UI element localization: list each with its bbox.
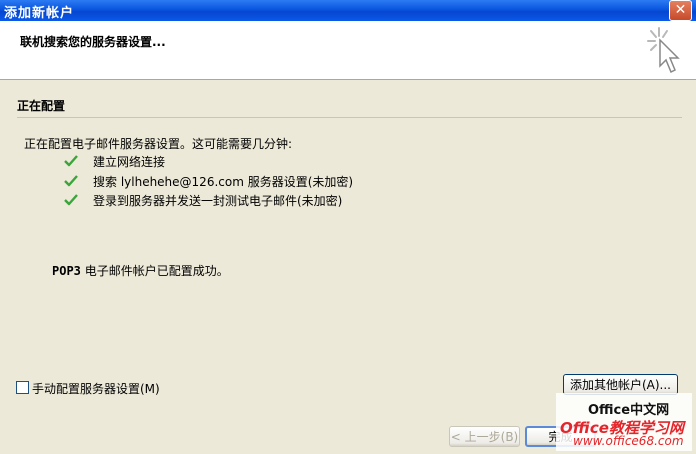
success-text: 电子邮件帐户已配置成功。 — [84, 264, 229, 278]
watermark-line1: Office中文网 — [588, 403, 670, 418]
close-icon: ✕ — [674, 2, 687, 18]
manual-config-label: 手动配置服务器设置(M) — [32, 382, 160, 396]
check-icon — [64, 194, 78, 206]
back-button[interactable]: < 上一步(B) — [449, 426, 520, 447]
protocol-label: POP3 — [52, 264, 81, 278]
section-divider — [17, 117, 682, 118]
intro-text: 正在配置电子邮件服务器设置。这可能需要几分钟: — [24, 137, 293, 151]
close-button[interactable]: ✕ — [669, 0, 692, 21]
section-title: 正在配置 — [17, 99, 66, 113]
watermark-line3: www.office68.com — [573, 434, 684, 448]
header-title: 联机搜索您的服务器设置... — [20, 35, 166, 49]
success-message: POP3 电子邮件帐户已配置成功。 — [52, 262, 229, 279]
checkbox-box[interactable] — [16, 381, 29, 394]
title-bar: 添加新帐户 ✕ — [0, 0, 696, 21]
window-title: 添加新帐户 — [4, 6, 75, 21]
step-label: 登录到服务器并发送一封测试电子邮件(未加密) — [93, 194, 343, 208]
add-other-account-button[interactable]: 添加其他帐户(A)... — [563, 374, 678, 395]
step-label: 搜索 lylhehehe@126.com 服务器设置(未加密) — [93, 175, 354, 189]
wizard-header: 联机搜索您的服务器设置... — [0, 21, 696, 80]
check-icon — [64, 175, 78, 187]
wizard-cursor-icon — [647, 27, 680, 74]
check-icon — [64, 155, 78, 167]
step-label: 建立网络连接 — [93, 155, 166, 169]
